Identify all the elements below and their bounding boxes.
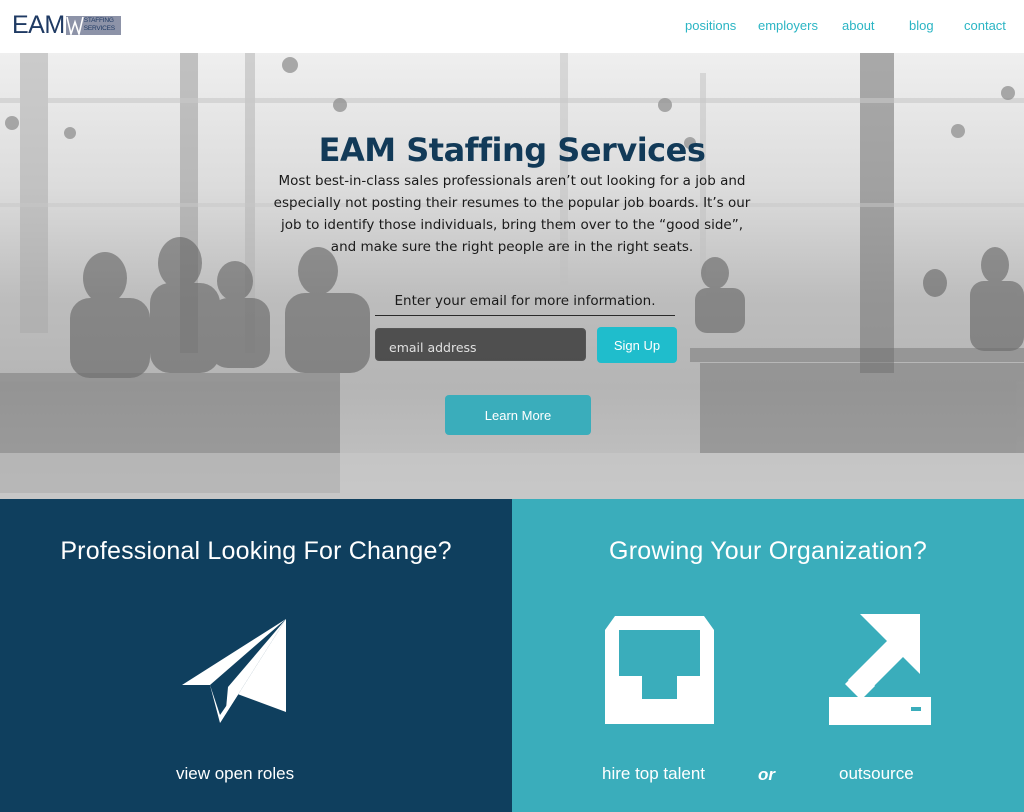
view-open-roles-link[interactable]: view open roles xyxy=(176,764,294,784)
nav-blog[interactable]: blog xyxy=(909,18,934,33)
outbound-arrow-icon[interactable] xyxy=(829,614,931,725)
or-separator: or xyxy=(758,765,775,784)
professional-panel: Professional Looking For Change? view op… xyxy=(0,499,512,812)
nav-contact[interactable]: contact xyxy=(964,18,1006,33)
inbox-tray-icon[interactable] xyxy=(605,616,714,725)
hero-section: EAM Staffing Services Most best-in-class… xyxy=(0,53,1024,499)
nav-employers[interactable]: employers xyxy=(758,18,818,33)
hero-title: EAM Staffing Services xyxy=(318,131,706,169)
email-prompt: Enter your email for more information. xyxy=(375,293,675,316)
main-nav: positions employers about blog contact xyxy=(664,0,1024,53)
learn-more-button[interactable]: Learn More xyxy=(445,395,591,435)
logo-subtitle-line1: STAFFING xyxy=(83,16,114,24)
logo-badge: STAFFING SERVICES xyxy=(65,15,121,35)
outsource-link[interactable]: outsource xyxy=(839,764,914,784)
hire-top-talent-link[interactable]: hire top talent xyxy=(602,764,705,784)
hero-description: Most best-in-class sales professionals a… xyxy=(273,173,751,255)
site-header: EAM STAFFING SERVICES positions employer… xyxy=(0,0,1024,53)
employer-panel-title: Growing Your Organization? xyxy=(609,537,927,565)
logo-w-mark-icon xyxy=(65,16,84,35)
logo-wordmark: EAM xyxy=(12,11,65,39)
eam-logo[interactable]: EAM STAFFING SERVICES xyxy=(12,11,121,39)
nav-positions[interactable]: positions xyxy=(685,18,736,33)
employer-panel: Growing Your Organization? hire top tale… xyxy=(512,499,1024,812)
nav-about[interactable]: about xyxy=(842,18,875,33)
professional-panel-title: Professional Looking For Change? xyxy=(60,537,452,565)
logo-subtitle: STAFFING SERVICES xyxy=(84,17,115,33)
email-input[interactable] xyxy=(375,328,586,361)
sign-up-button[interactable]: Sign Up xyxy=(597,327,677,363)
logo-subtitle-line2: SERVICES xyxy=(83,24,115,32)
paper-plane-icon[interactable] xyxy=(182,617,287,725)
